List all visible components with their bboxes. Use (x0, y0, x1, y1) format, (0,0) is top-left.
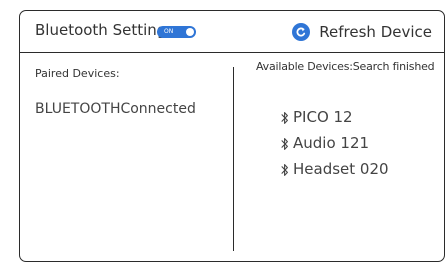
toggle-state-label: ON (164, 28, 174, 35)
device-name: PICO 12 (293, 108, 353, 126)
bluetooth-setting-panel: Bluetooth Setting ON Refresh Device Pair… (19, 10, 445, 262)
paired-devices-label: Paired Devices: (35, 67, 120, 80)
device-name: Audio 121 (293, 134, 370, 152)
available-device-list: PICO 12 Audio 121 Headset 020 (281, 104, 389, 182)
device-name: Headset 020 (293, 160, 389, 178)
bluetooth-icon (281, 162, 289, 176)
toggle-knob (186, 28, 194, 36)
refresh-device-button[interactable]: Refresh Device (292, 21, 432, 43)
available-devices-label: Available Devices:Search finished (256, 60, 435, 73)
panel-header: Bluetooth Setting ON Refresh Device (20, 11, 444, 53)
bluetooth-icon (281, 110, 289, 124)
paired-connection-status: BLUETOOTHConnected (35, 101, 196, 117)
refresh-icon (292, 23, 311, 41)
device-item-pico-12[interactable]: PICO 12 (281, 104, 389, 130)
column-divider (233, 67, 234, 251)
bluetooth-icon (281, 136, 289, 150)
refresh-device-label: Refresh Device (319, 23, 432, 41)
panel-title: Bluetooth Setting (35, 21, 167, 39)
device-item-audio-121[interactable]: Audio 121 (281, 130, 389, 156)
device-item-headset-020[interactable]: Headset 020 (281, 156, 389, 182)
bluetooth-toggle[interactable]: ON (157, 26, 196, 38)
